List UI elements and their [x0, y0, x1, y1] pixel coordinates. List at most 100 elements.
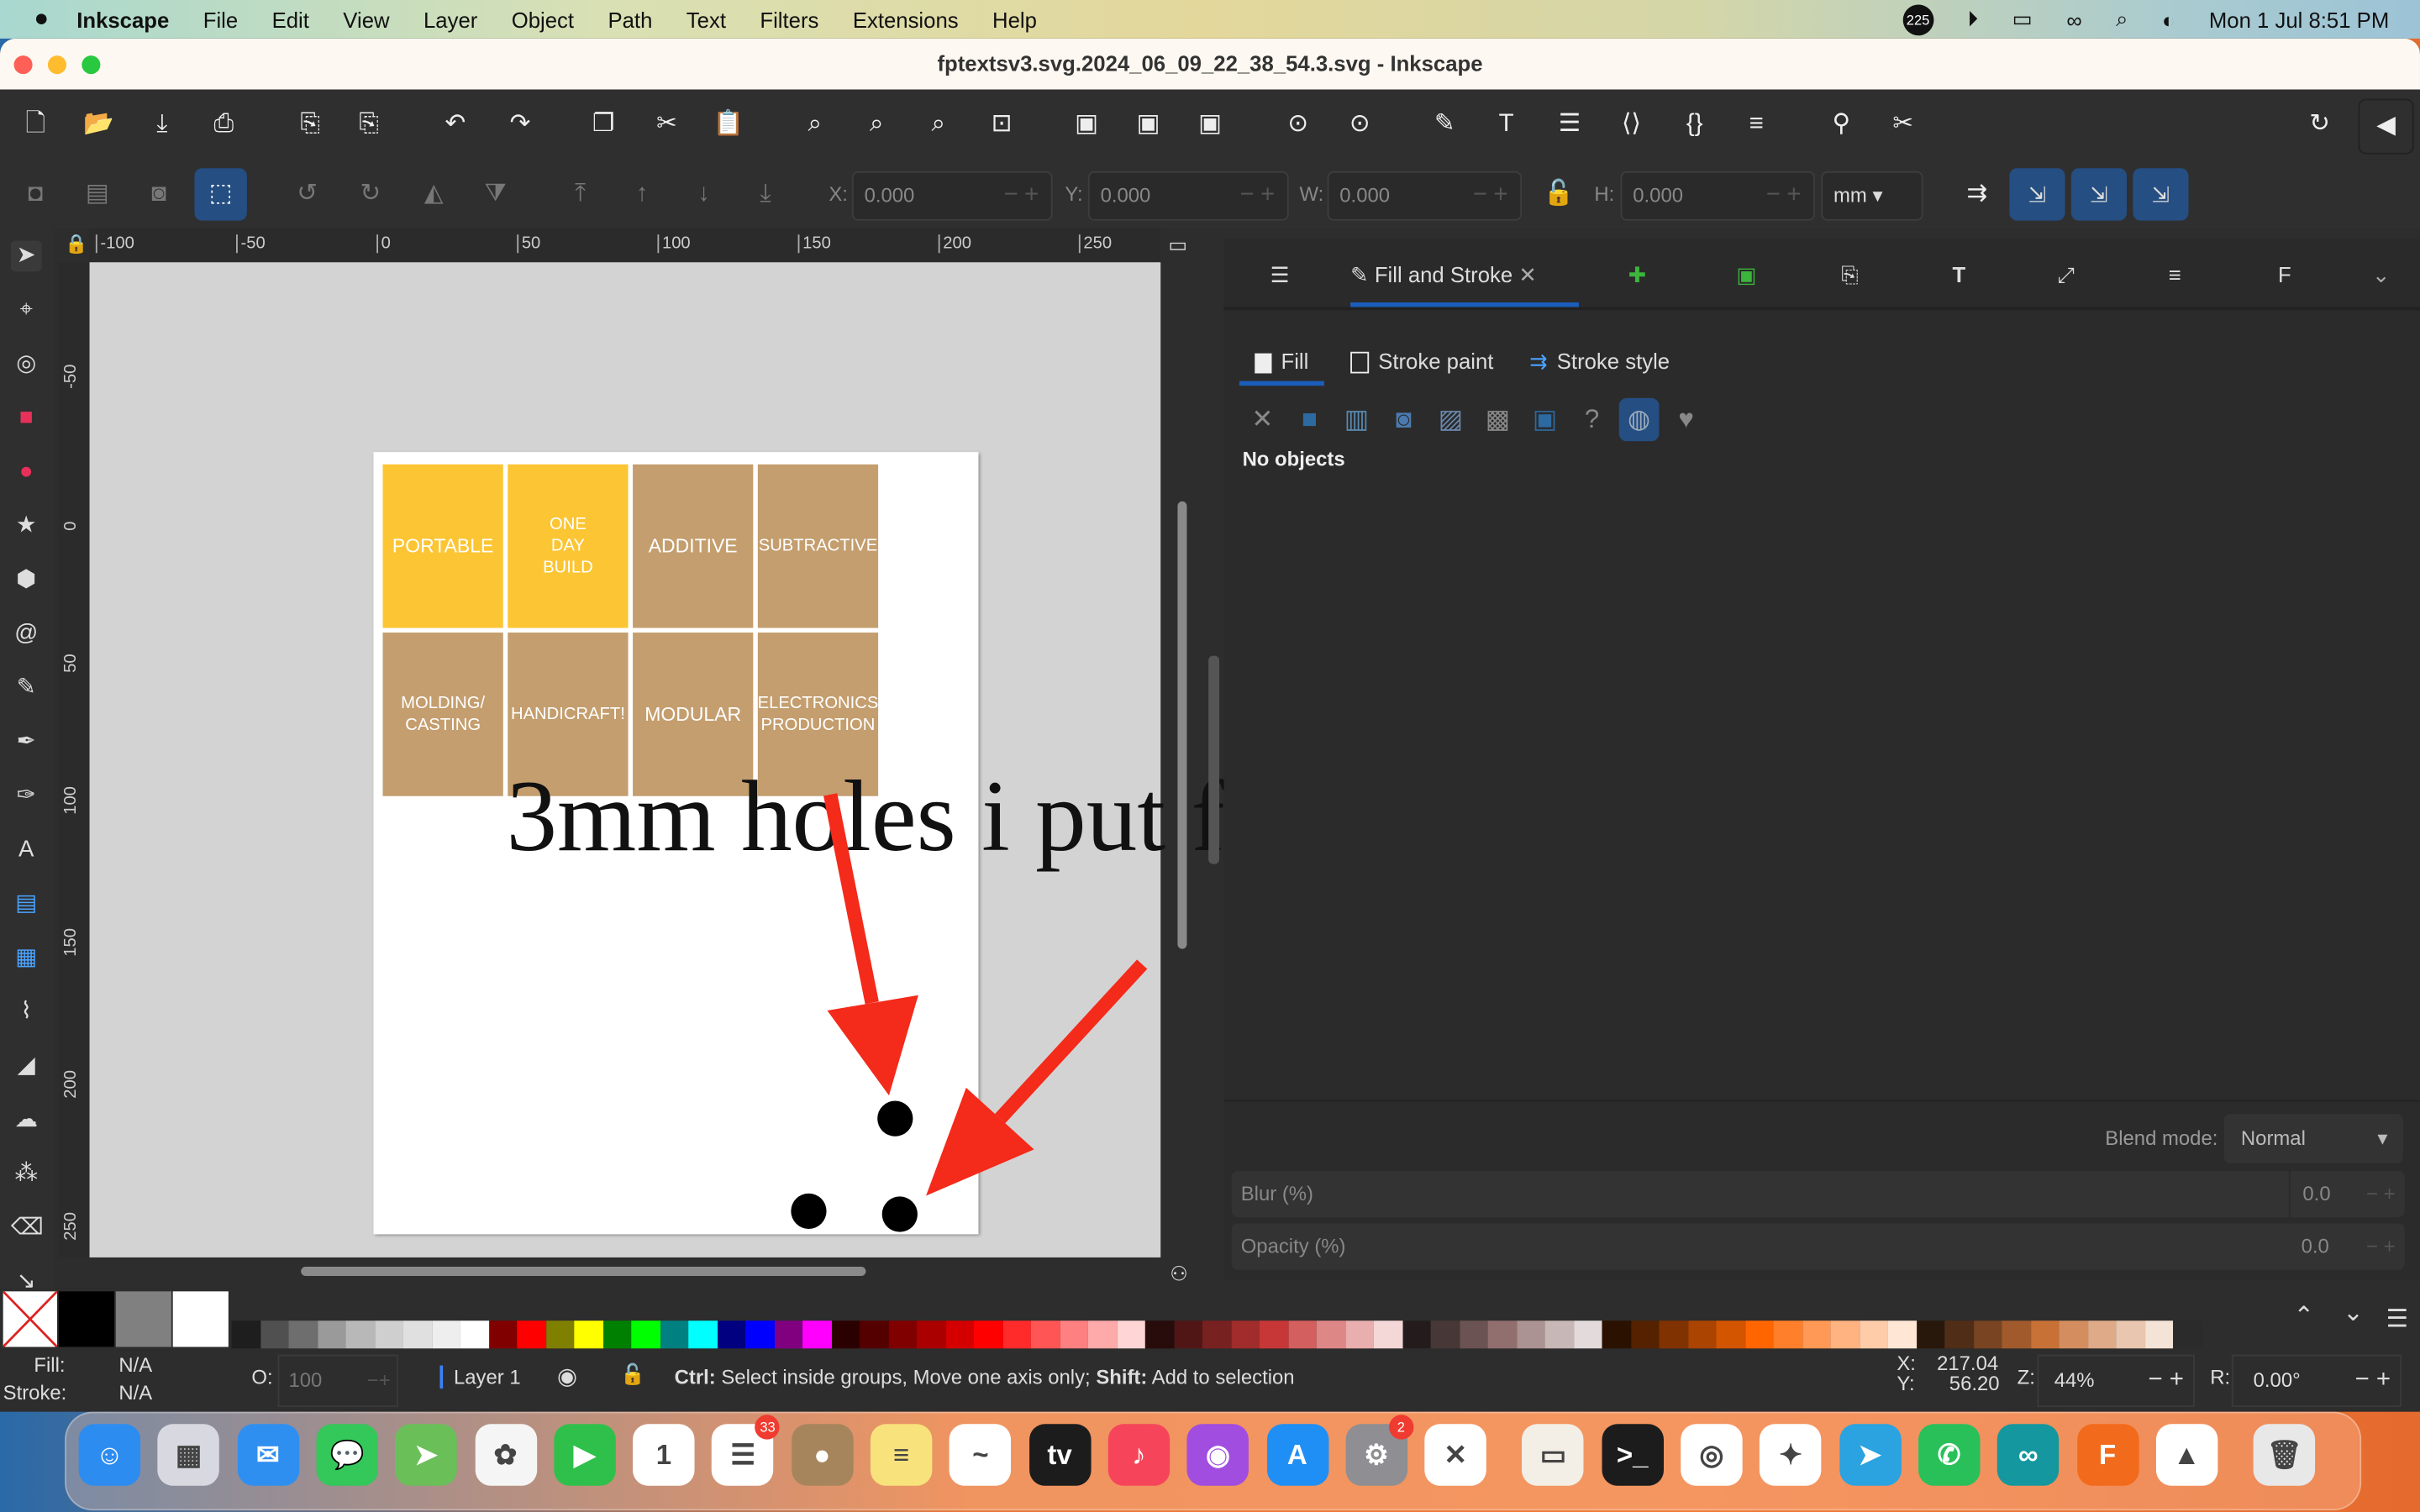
color-swatch[interactable] [944, 1320, 974, 1349]
dock-app-contacts[interactable]: ● [791, 1424, 854, 1486]
unset-icon[interactable]: ? [1572, 398, 1612, 441]
raise-icon[interactable]: ↑ [625, 177, 659, 211]
mesh-gradient-icon[interactable]: ▨ [1431, 398, 1471, 441]
menu-object[interactable]: Object [512, 7, 574, 31]
menu-file[interactable]: File [203, 7, 238, 31]
dock-app-app-store[interactable]: A [1266, 1424, 1328, 1486]
snap-1-icon[interactable]: ⊙ [1281, 108, 1314, 142]
align-icon[interactable]: ≡ [1739, 108, 1773, 142]
pen-tool-icon[interactable]: ✒ [11, 727, 42, 758]
select-all-layers-icon[interactable]: ▤ [81, 177, 114, 211]
export-icon[interactable]: ⎘ [352, 108, 386, 142]
canvas[interactable]: PORTABLE ONE DAY BUILD ADDITIVE SUBTRACTIVE… [89, 262, 2023, 1276]
gradient-tool-icon[interactable]: ▤ [11, 889, 42, 920]
tweak-2-tool-icon[interactable]: ☁ [11, 1105, 42, 1136]
duplicate-icon[interactable]: ❐ [587, 108, 620, 142]
swatch-gray[interactable] [115, 1291, 171, 1347]
raise-top-icon[interactable]: ⤒ [563, 177, 597, 211]
selectors-icon[interactable]: {} [1678, 108, 1712, 142]
zoom-center-icon[interactable]: ⊡ [985, 108, 1018, 142]
color-swatch[interactable] [802, 1320, 832, 1349]
w-field[interactable]: 0.000 −+ [1327, 171, 1523, 221]
color-swatch[interactable] [1659, 1320, 1688, 1349]
export-tab-icon[interactable]: ▣ [1736, 251, 1756, 297]
color-swatch[interactable] [2002, 1320, 2031, 1349]
pencil-tool-icon[interactable]: ✎ [11, 673, 42, 704]
dock-app-notes[interactable]: ≡ [870, 1424, 933, 1486]
dock-app-podcasts[interactable]: ◉ [1186, 1424, 1249, 1486]
color-swatch[interactable] [888, 1320, 918, 1349]
color-swatch[interactable] [774, 1320, 803, 1349]
color-swatch[interactable] [2059, 1320, 2088, 1349]
dock-app-document[interactable]: ▭ [1522, 1424, 1585, 1486]
color-swatch[interactable] [488, 1320, 518, 1349]
link-icon[interactable]: ∞ [2066, 7, 2081, 31]
raise-top-icon[interactable]: ▣ [1070, 108, 1103, 142]
palette-scroll-down-icon[interactable]: ⌄ [2343, 1298, 2364, 1329]
color-manage-icon[interactable]: ⚇ [1170, 1262, 1187, 1286]
layers-icon[interactable]: ☰ [1553, 108, 1586, 142]
command-palette-icon[interactable]: ↻ [2302, 108, 2336, 142]
lower-icon[interactable]: ↓ [687, 177, 720, 211]
maximize-button[interactable] [82, 55, 101, 75]
cut-icon[interactable]: ✂ [650, 108, 683, 142]
eraser-tool-icon[interactable]: ⌫ [11, 1213, 44, 1244]
text-tool-icon[interactable]: A [11, 835, 42, 866]
subtab-fill[interactable]: Fill [1239, 341, 1324, 386]
menu-help[interactable]: Help [992, 7, 1037, 31]
color-swatch[interactable] [1430, 1320, 1460, 1349]
close-tab-icon[interactable]: ✕ [1518, 262, 1537, 286]
color-swatch[interactable] [1630, 1320, 1660, 1349]
color-swatch[interactable] [1230, 1320, 1260, 1349]
dock-app-freeform[interactable]: ~ [950, 1424, 1012, 1486]
dropper-tool-icon[interactable]: ⌇ [11, 997, 42, 1028]
color-swatch[interactable] [1030, 1320, 1060, 1349]
color-swatch[interactable] [1544, 1320, 1574, 1349]
layer-selector[interactable]: Layer 1 [439, 1365, 521, 1389]
guide-lock-icon[interactable]: 🔒 [65, 233, 87, 255]
color-swatch[interactable] [1116, 1320, 1145, 1349]
no-paint-icon[interactable]: ✕ [1243, 398, 1283, 441]
redo-icon[interactable]: ↷ [503, 108, 537, 142]
color-swatch[interactable] [2087, 1320, 2117, 1349]
subtab-stroke-style[interactable]: ⇉ Stroke style [1529, 341, 1670, 381]
ellipse-tool-icon[interactable]: ● [11, 457, 42, 488]
minimize-button[interactable] [47, 55, 66, 75]
color-swatch[interactable] [402, 1320, 432, 1349]
battery-icon[interactable]: ▭ [2012, 6, 2033, 32]
color-swatch[interactable] [1344, 1320, 1374, 1349]
dock-app-music[interactable]: ♪ [1107, 1424, 1171, 1486]
registration-hole[interactable] [791, 1193, 827, 1229]
color-swatch[interactable] [545, 1320, 575, 1349]
notification-badge-icon[interactable]: 225 [1902, 3, 1933, 35]
xml-editor-icon[interactable]: ⟨⟩ [1614, 108, 1648, 142]
palette-scroll-up-icon[interactable]: ⌃ [2293, 1300, 2314, 1331]
fill-rule-nonzero-icon[interactable]: ♥ [1666, 398, 1707, 441]
color-swatch[interactable] [860, 1320, 889, 1349]
menu-extensions[interactable]: Extensions [853, 7, 959, 31]
color-swatch[interactable] [1173, 1320, 1202, 1349]
color-swatch[interactable] [1459, 1320, 1488, 1349]
transform-patterns-button[interactable]: ⇲ [2133, 168, 2189, 221]
registration-hole[interactable] [877, 1100, 913, 1137]
color-swatch[interactable] [1287, 1320, 1317, 1349]
blend-mode-select[interactable]: Normal ▾ [2223, 1114, 2403, 1163]
visibility-icon[interactable]: ◉ [557, 1362, 577, 1390]
y-field[interactable]: 0.000 −+ [1087, 171, 1289, 221]
color-swatch[interactable] [2116, 1320, 2145, 1349]
zoom-page-icon[interactable]: ⌕ [922, 108, 955, 142]
zoom-drawing-icon[interactable]: ⌕ [860, 108, 893, 142]
color-swatch[interactable] [831, 1320, 860, 1349]
scale-stroke-icon[interactable]: ⇉ [1960, 177, 1994, 211]
color-swatch[interactable] [1859, 1320, 1888, 1349]
dock-app-chrome[interactable]: ◎ [1681, 1424, 1743, 1486]
color-swatch[interactable] [1259, 1320, 1288, 1349]
color-swatch[interactable] [317, 1320, 346, 1349]
dock-app-terminal[interactable]: >_ [1601, 1424, 1664, 1486]
layer-lock-icon[interactable]: 🔓 [620, 1362, 645, 1387]
opacity-slider[interactable]: Opacity (%) 0.0− + [1231, 1223, 2405, 1270]
save-icon[interactable]: ⤓ [145, 108, 179, 142]
new-document-icon[interactable]: 🗋 [18, 108, 52, 142]
color-swatch[interactable] [574, 1320, 603, 1349]
paint-bucket-tool-icon[interactable]: ◢ [11, 1051, 42, 1082]
